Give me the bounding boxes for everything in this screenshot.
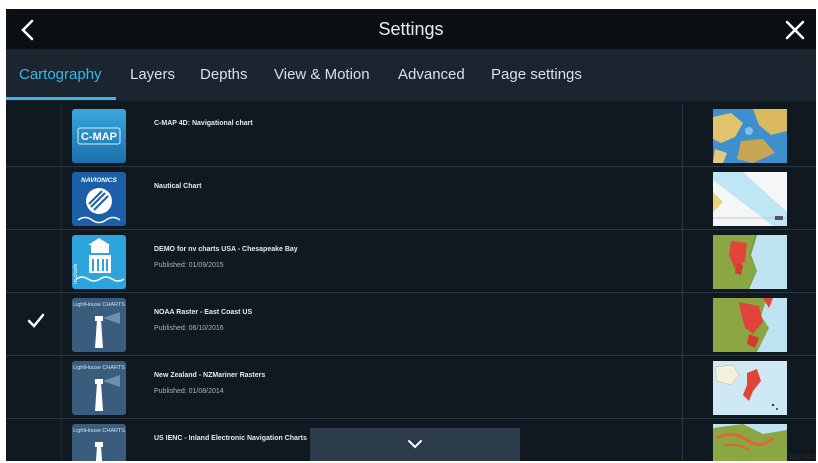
published-date: Published: 01/08/2014 bbox=[154, 388, 224, 395]
title-bar: Settings bbox=[6, 9, 816, 49]
lighthouse-logo-text: LightHouse CHARTS bbox=[73, 428, 125, 434]
chart-preview bbox=[713, 298, 787, 352]
nv-charts-logo-text: nv charts bbox=[73, 263, 79, 284]
lighthouse-charts-logo: LightHouse CHARTS bbox=[72, 361, 126, 415]
list-item[interactable]: NAVIONICS Nautical Chart bbox=[6, 167, 816, 230]
chart-preview bbox=[713, 361, 787, 415]
lighthouse-logo-text: LightHouse CHARTS bbox=[73, 365, 125, 371]
lighthouse-charts-logo: LightHouse CHARTS bbox=[72, 424, 126, 461]
navionics-logo: NAVIONICS bbox=[72, 172, 126, 226]
cmap-logo-text: C-MAP bbox=[81, 131, 117, 143]
divider bbox=[682, 419, 683, 461]
chart-preview bbox=[713, 235, 787, 289]
divider bbox=[682, 167, 683, 229]
list-item[interactable]: C-MAP C-MAP 4D: Navigational chart bbox=[6, 104, 816, 167]
settings-screen: Settings Cartography Layers Depths View … bbox=[6, 9, 816, 461]
chart-preview bbox=[713, 109, 787, 163]
nv-charts-logo: nv charts bbox=[72, 235, 126, 289]
divider bbox=[682, 230, 683, 292]
figure-code: D13743-2 bbox=[789, 455, 816, 461]
chart-preview bbox=[713, 172, 787, 226]
published-date: Published: 06/10/2016 bbox=[154, 325, 224, 332]
list-item[interactable]: nv charts DEMO for nv charts USA - Chesa… bbox=[6, 230, 816, 293]
close-button[interactable] bbox=[782, 17, 808, 43]
tab-depths[interactable]: Depths bbox=[200, 66, 248, 83]
published-date: Published: 01/09/2015 bbox=[154, 262, 224, 269]
page-title: Settings bbox=[378, 19, 444, 39]
divider bbox=[61, 230, 62, 292]
lighthouse-charts-logo: LightHouse CHARTS bbox=[72, 298, 126, 352]
active-tab-indicator bbox=[6, 97, 116, 100]
tab-cartography[interactable]: Cartography bbox=[19, 66, 102, 83]
tab-view-motion[interactable]: View & Motion bbox=[274, 66, 370, 83]
list-item[interactable]: LightHouse CHARTS NOAA Raster - East Coa… bbox=[6, 293, 816, 356]
list-item[interactable]: LightHouse CHARTS New Zealand - NZMarine… bbox=[6, 356, 816, 419]
checkmark-icon bbox=[27, 313, 45, 328]
lighthouse-logo-text: LightHouse CHARTS bbox=[73, 302, 125, 308]
cmap-logo: C-MAP bbox=[72, 109, 126, 163]
tab-bar: Cartography Layers Depths View & Motion … bbox=[6, 49, 816, 101]
divider bbox=[682, 104, 683, 166]
chart-name: C-MAP 4D: Navigational chart bbox=[154, 120, 253, 127]
divider bbox=[61, 167, 62, 229]
chevron-down-icon bbox=[408, 440, 422, 449]
close-icon bbox=[785, 20, 805, 40]
chart-name: Nautical Chart bbox=[154, 183, 202, 190]
chart-list[interactable]: C-MAP C-MAP 4D: Navigational chart NAVIO… bbox=[6, 104, 816, 461]
chart-name: New Zealand - NZMariner Rasters bbox=[154, 372, 266, 379]
chart-name: NOAA Raster - East Coast US bbox=[154, 309, 253, 316]
divider bbox=[682, 356, 683, 418]
chart-name: DEMO for nv charts USA - Chesapeake Bay bbox=[154, 246, 298, 253]
tab-advanced[interactable]: Advanced bbox=[398, 66, 465, 83]
divider bbox=[61, 356, 62, 418]
chart-preview bbox=[713, 424, 787, 461]
scroll-down-button[interactable] bbox=[310, 428, 520, 461]
divider bbox=[682, 293, 683, 355]
tab-layers[interactable]: Layers bbox=[130, 66, 175, 83]
chart-name: US IENC - Inland Electronic Navigation C… bbox=[154, 435, 307, 442]
divider bbox=[61, 419, 62, 461]
navionics-logo-text: NAVIONICS bbox=[81, 177, 117, 184]
divider bbox=[61, 104, 62, 166]
tab-page-settings[interactable]: Page settings bbox=[491, 66, 582, 83]
divider bbox=[61, 293, 62, 355]
